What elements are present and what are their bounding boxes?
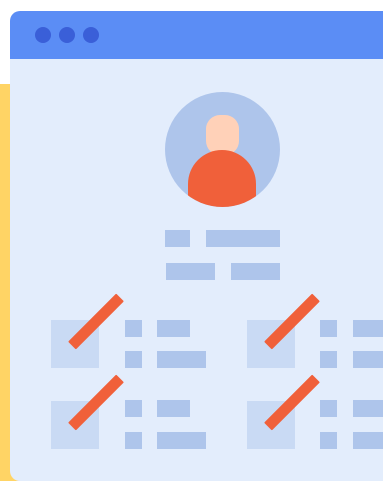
list-line-placeholder <box>353 320 383 337</box>
profile-placeholder-bar <box>231 263 280 280</box>
profile-placeholder-bar <box>206 230 280 247</box>
window-dot-icon <box>35 27 51 43</box>
list-line-placeholder <box>157 320 190 337</box>
illustration-root <box>0 0 383 481</box>
window-titlebar <box>10 11 383 59</box>
list-line-placeholder <box>353 351 383 368</box>
list-bullet <box>320 432 337 449</box>
list-bullet <box>320 320 337 337</box>
list-bullet <box>125 432 142 449</box>
person-avatar-icon <box>165 92 280 207</box>
browser-window <box>10 11 383 481</box>
list-line-placeholder <box>157 351 206 368</box>
window-dot-icon <box>83 27 99 43</box>
list-bullet <box>125 320 142 337</box>
list-line-placeholder <box>157 400 190 417</box>
list-bullet <box>320 400 337 417</box>
avatar-head <box>206 115 239 155</box>
list-bullet <box>320 351 337 368</box>
list-line-placeholder <box>157 432 206 449</box>
list-bullet <box>125 351 142 368</box>
list-bullet <box>125 400 142 417</box>
window-body <box>10 59 383 481</box>
profile-placeholder-bar <box>166 263 215 280</box>
profile-placeholder-bar <box>165 230 190 247</box>
list-line-placeholder <box>353 432 383 449</box>
list-line-placeholder <box>353 400 383 417</box>
avatar-body <box>188 150 256 207</box>
window-dot-icon <box>59 27 75 43</box>
